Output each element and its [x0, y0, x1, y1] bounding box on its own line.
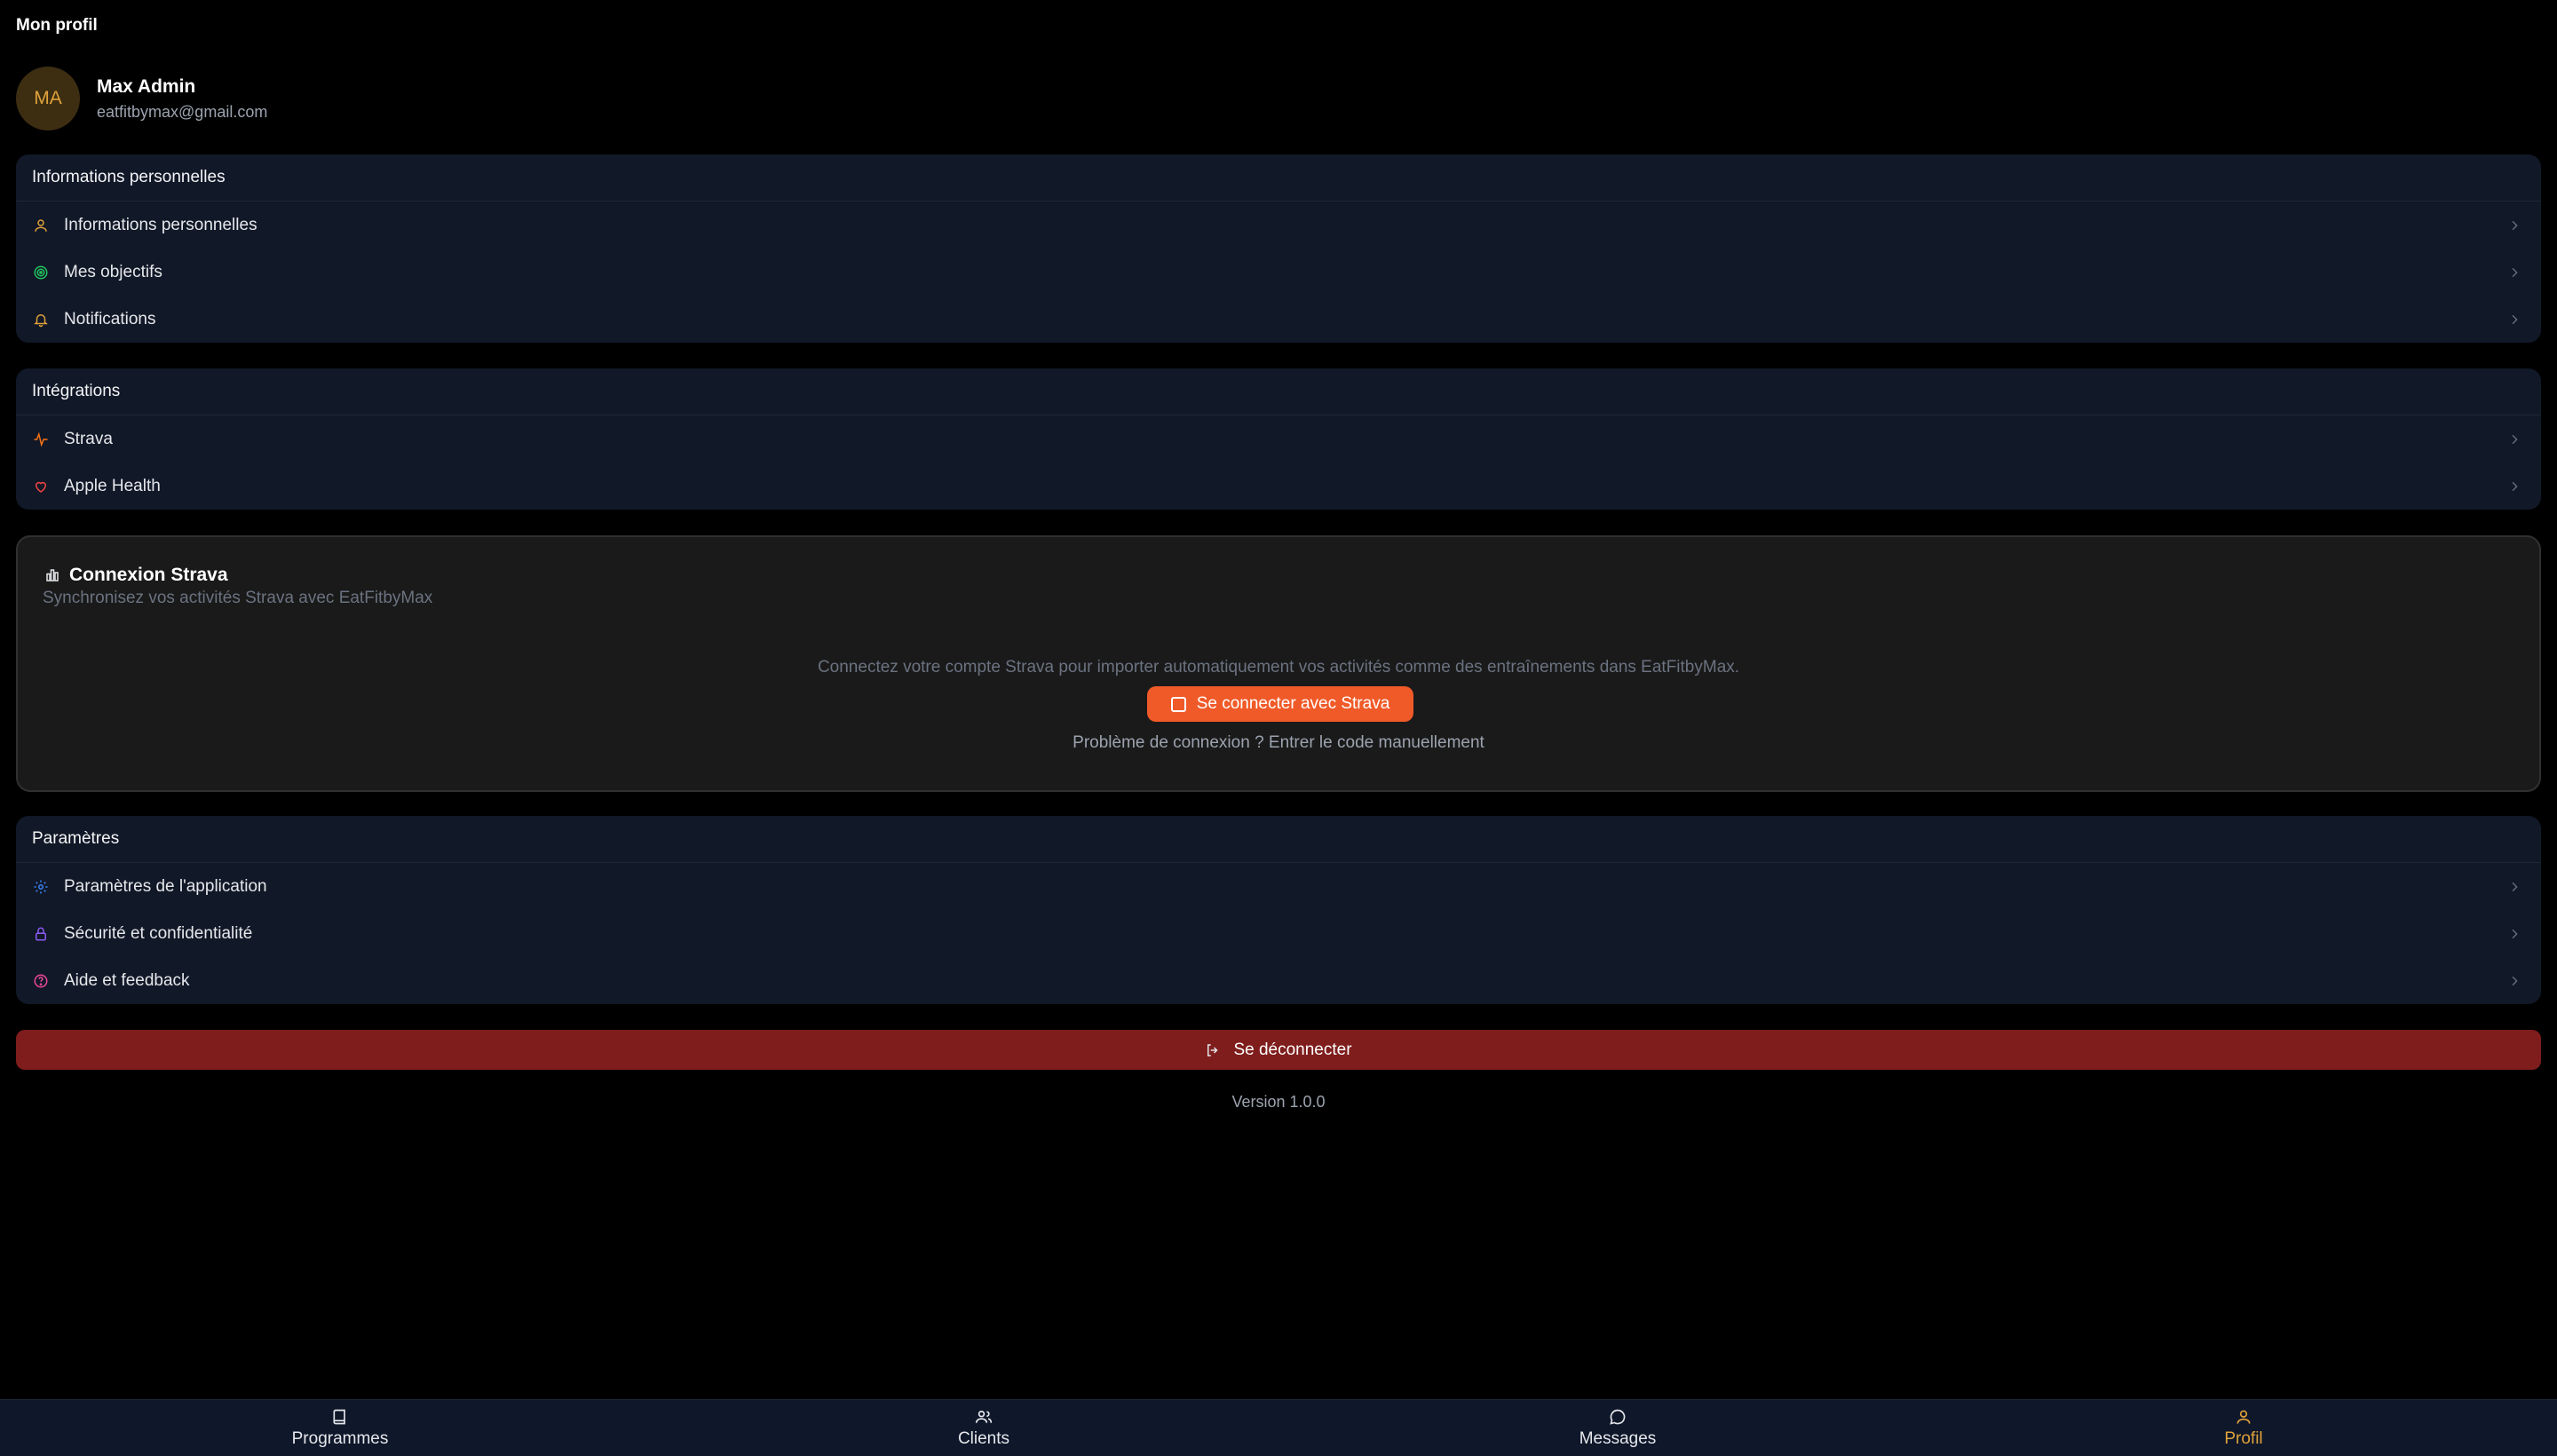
menu-item-security[interactable]: Sécurité et confidentialité	[16, 910, 2541, 957]
tab-messages[interactable]: Messages	[1529, 1400, 1706, 1456]
tab-programmes[interactable]: Programmes	[251, 1400, 429, 1456]
section-header-personal: Informations personnelles	[16, 154, 2541, 202]
profile-email: eatfitbymax@gmail.com	[97, 102, 268, 121]
tab-clients[interactable]: Clients	[895, 1400, 1073, 1456]
menu-item-help[interactable]: Aide et feedback	[16, 957, 2541, 1004]
activity-icon	[32, 431, 50, 448]
profile-text: Max Admin eatfitbymax@gmail.com	[97, 76, 267, 122]
gear-icon	[32, 878, 50, 896]
menu-item-strava[interactable]: Strava	[16, 415, 2541, 463]
strava-manual-code-link[interactable]: Problème de connexion ? Entrer le code m…	[18, 733, 2539, 753]
menu-item-label: Mes objectifs	[64, 262, 162, 281]
bell-icon	[32, 311, 50, 328]
lock-icon	[32, 925, 50, 943]
heart-icon	[32, 478, 50, 495]
strava-subtitle: Synchronisez vos activités Strava avec E…	[43, 589, 433, 607]
chevron-right-icon	[2512, 929, 2518, 938]
page-title: Mon profil	[16, 16, 98, 35]
personal-info-card: Informations personnelles Informations p…	[16, 154, 2541, 343]
logout-button[interactable]: Se déconnecter	[16, 1030, 2541, 1070]
menu-item-label: Aide et feedback	[64, 970, 190, 990]
chevron-right-icon	[2512, 882, 2518, 891]
settings-card: Paramètres Paramètres de l'application S…	[16, 816, 2541, 1004]
profile-header: MA Max Admin eatfitbymax@gmail.com	[16, 67, 267, 131]
menu-item-label: Strava	[64, 429, 113, 448]
menu-item-notifications[interactable]: Notifications	[16, 296, 2541, 343]
menu-item-label: Notifications	[64, 309, 156, 328]
section-header-settings: Paramètres	[16, 816, 2541, 863]
strava-title-text: Connexion Strava	[69, 565, 228, 585]
tab-profil[interactable]: Profil	[2155, 1400, 2332, 1456]
user-icon	[32, 217, 50, 234]
tab-label: Messages	[1579, 1429, 1657, 1448]
book-icon	[333, 1409, 345, 1425]
menu-item-label: Apple Health	[64, 476, 161, 495]
strava-description: Connectez votre compte Strava pour impor…	[817, 658, 1740, 677]
logout-icon	[1207, 1043, 1219, 1056]
strava-connection-card: Connexion Strava Synchronisez vos activi…	[16, 535, 2541, 792]
user-icon	[2236, 1410, 2251, 1424]
tab-label: Clients	[957, 1429, 1010, 1448]
help-icon	[32, 972, 50, 990]
bottom-tab-bar: Programmes Clients Messages Profil	[0, 1399, 2557, 1456]
tab-label: Profil	[2224, 1429, 2263, 1448]
bar-chart-icon	[46, 569, 59, 582]
chevron-right-icon	[2512, 314, 2518, 324]
avatar: MA	[16, 67, 80, 131]
section-header-integrations: Intégrations	[16, 368, 2541, 415]
chat-icon	[1610, 1409, 1626, 1425]
strava-title: Connexion Strava	[44, 565, 228, 586]
menu-item-label: Paramètres de l'application	[64, 876, 267, 896]
chevron-right-icon	[2512, 481, 2518, 491]
chevron-right-icon	[2512, 267, 2518, 277]
strava-connect-label: Se connecter avec Strava	[1196, 694, 1390, 713]
menu-item-label: Informations personnelles	[64, 215, 257, 234]
chevron-right-icon	[2512, 434, 2518, 444]
menu-item-label: Sécurité et confidentialité	[64, 923, 253, 943]
integrations-card: Intégrations Strava Apple Health	[16, 368, 2541, 510]
menu-item-apple-health[interactable]: Apple Health	[16, 463, 2541, 510]
strava-connect-button[interactable]: Se connecter avec Strava	[1147, 686, 1413, 722]
menu-item-app-settings[interactable]: Paramètres de l'application	[16, 863, 2541, 910]
menu-item-goals[interactable]: Mes objectifs	[16, 249, 2541, 296]
logout-label: Se déconnecter	[1233, 1040, 1352, 1059]
profile-name: Max Admin	[97, 75, 196, 97]
tab-label: Programmes	[291, 1429, 389, 1448]
users-icon	[975, 1410, 993, 1423]
square-icon	[1170, 696, 1186, 712]
menu-item-personal-info[interactable]: Informations personnelles	[16, 202, 2541, 249]
chevron-right-icon	[2512, 220, 2518, 230]
version-text: Version 1.0.0	[1231, 1093, 1326, 1111]
chevron-right-icon	[2512, 976, 2518, 985]
target-icon	[32, 264, 50, 281]
